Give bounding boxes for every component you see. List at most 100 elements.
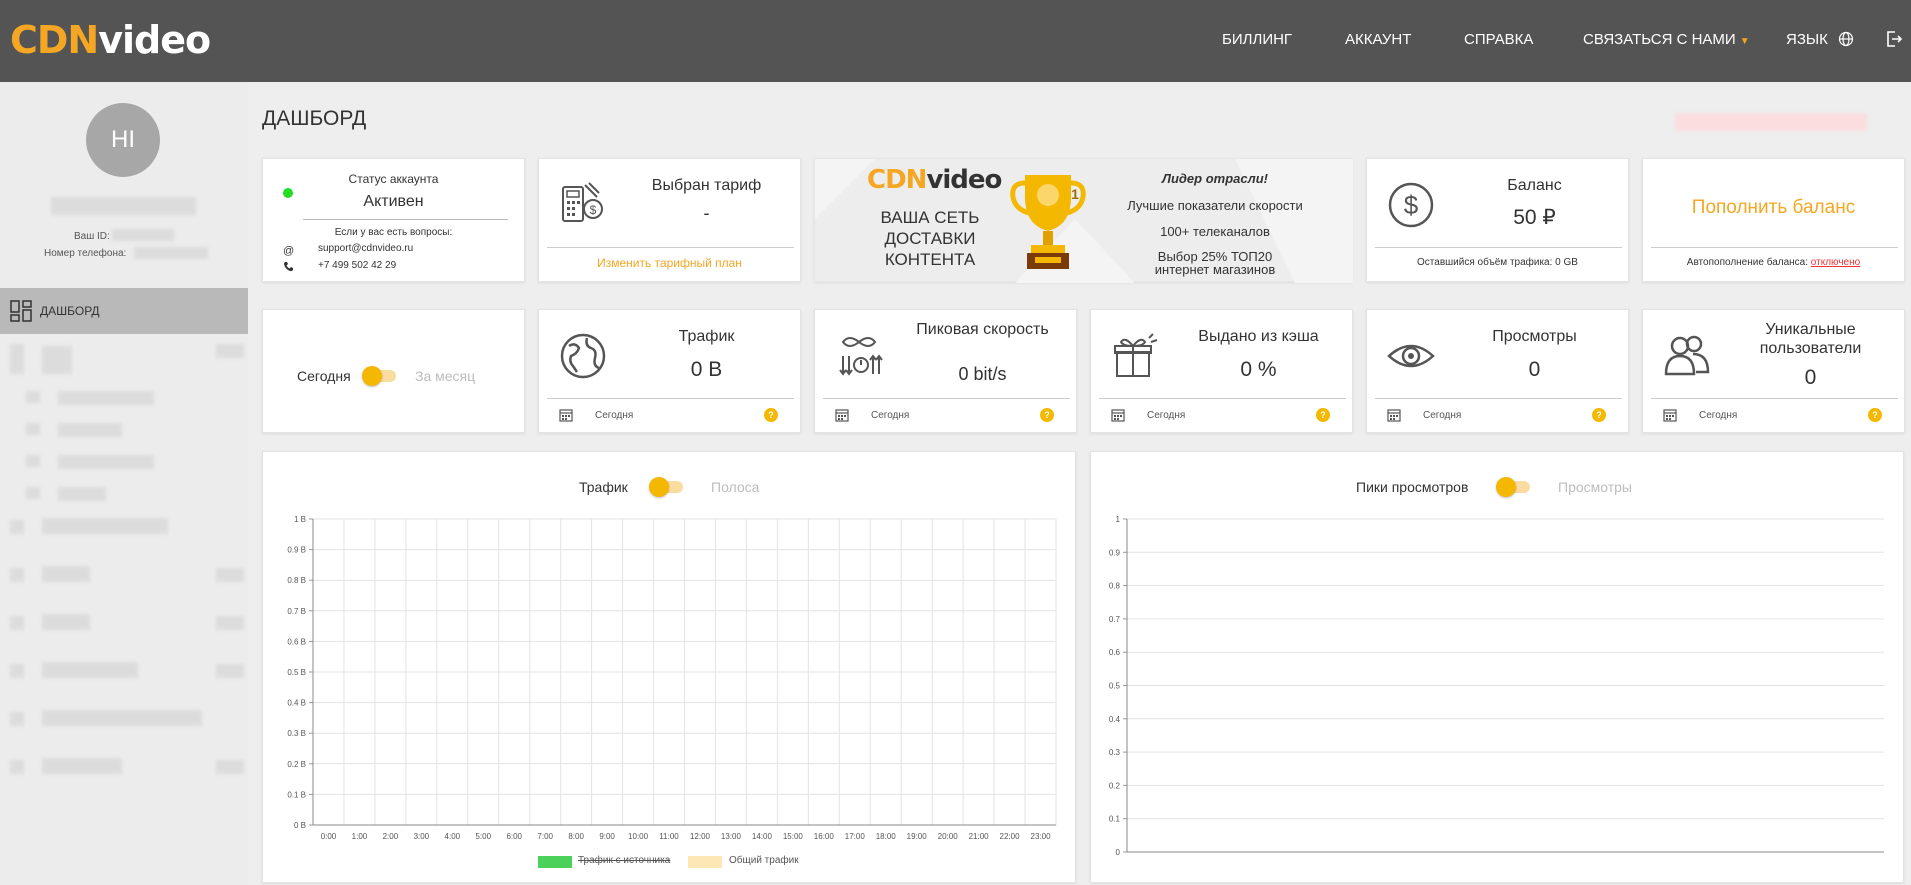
chevron-down-icon: ▼	[1739, 36, 1750, 47]
sidebar-subitem-redacted[interactable]	[26, 487, 40, 499]
help-icon[interactable]: ?	[1316, 408, 1330, 422]
sidebar-item-redacted	[216, 664, 244, 678]
nav-language[interactable]: ЯЗЫК	[1786, 31, 1854, 48]
tariff-title: Выбран тариф	[651, 177, 762, 194]
sidebar-item-label: ДАШБОРД	[40, 304, 100, 318]
legend-swatch-total[interactable]	[688, 856, 722, 868]
sidebar-item-redacted[interactable]	[10, 344, 24, 374]
y-tick-label: 0.1 B	[287, 790, 306, 799]
sidebar-item-dashboard[interactable]: ДАШБОРД	[0, 288, 248, 334]
account-status-card: Статус аккаунта Активен Если у вас есть …	[262, 158, 525, 282]
cdnvideo-logo[interactable]: CDN video	[10, 18, 211, 62]
y-tick-label: 0.3	[1109, 748, 1121, 757]
period-month-label[interactable]: За месяц	[415, 368, 475, 384]
banner-point: Лучшие показатели скорости	[1127, 198, 1303, 213]
x-tick-label: 4:00	[445, 832, 461, 841]
sidebar-item-redacted[interactable]	[42, 566, 90, 582]
stat-title: Выдано из кэша	[1198, 328, 1319, 345]
sidebar-subitem-redacted[interactable]	[26, 391, 40, 403]
stat-period: Сегодня	[1423, 410, 1462, 421]
sidebar-item-redacted[interactable]	[10, 568, 24, 582]
nav-help[interactable]: СПРАВКА	[1464, 31, 1533, 48]
period-toggle[interactable]	[362, 366, 398, 386]
y-tick-label: 0.5 B	[287, 668, 306, 677]
sidebar-subitem-redacted[interactable]	[26, 455, 40, 467]
banner-slogan-line: КОНТЕНТА	[884, 250, 976, 269]
sidebar-subitem-redacted[interactable]	[58, 423, 122, 437]
x-tick-label: 6:00	[506, 832, 522, 841]
stat-value: 0	[1804, 366, 1817, 389]
sidebar-item-redacted[interactable]	[10, 664, 24, 678]
stat-card-peak-speed: Пиковая скорость 0 bit/s Сегодня ?	[814, 309, 1077, 433]
sidebar-item-redacted[interactable]	[42, 710, 202, 726]
stat-card-traffic: Трафик 0 B Сегодня ?	[538, 309, 801, 433]
phone-redacted	[134, 247, 208, 259]
sidebar-item-redacted[interactable]	[10, 520, 24, 534]
svg-text:$: $	[1404, 190, 1419, 220]
globe-icon	[1838, 31, 1854, 47]
sidebar-item-redacted[interactable]	[42, 518, 168, 534]
users-icon	[1664, 335, 1710, 376]
divider	[547, 398, 794, 399]
logo-cdn-text: CDN	[10, 18, 99, 62]
y-tick-label: 0.6	[1109, 648, 1121, 657]
speed-infinity-icon	[839, 337, 883, 376]
legend-swatch-source[interactable]	[538, 856, 572, 868]
traffic-remaining: Оставшийся объём трафика: 0 GB	[1417, 257, 1578, 268]
balance-value: 50 ₽	[1513, 206, 1556, 229]
legend-label-total[interactable]: Общий трафик	[729, 855, 799, 866]
avatar[interactable]: HI	[86, 103, 160, 177]
nav-contact[interactable]: СВЯЗАТЬСЯ С НАМИ ▼	[1583, 31, 1750, 48]
sidebar-subitem-redacted[interactable]	[58, 391, 154, 405]
sidebar-item-redacted[interactable]	[42, 346, 72, 374]
y-tick-label: 0.9 B	[287, 546, 306, 555]
help-icon[interactable]: ?	[764, 408, 778, 422]
x-tick-label: 19:00	[907, 832, 928, 841]
y-tick-label: 1	[1116, 515, 1121, 524]
help-icon[interactable]: ?	[1040, 408, 1054, 422]
sidebar-item-redacted[interactable]	[10, 760, 24, 774]
sidebar-item-redacted[interactable]	[10, 712, 24, 726]
account-status-label: Статус аккаунта	[348, 172, 439, 186]
logout-icon[interactable]	[1885, 30, 1903, 48]
x-tick-label: 14:00	[752, 832, 773, 841]
x-tick-label: 23:00	[1031, 832, 1052, 841]
phone-label: Номер телефона:	[44, 248, 127, 259]
y-tick-label: 0.3 B	[287, 729, 306, 738]
account-status-value: Активен	[363, 193, 424, 210]
support-email-link[interactable]: support@cdnvideo.ru	[318, 243, 413, 254]
divider	[1375, 247, 1622, 248]
banner-slogan-line: ДОСТАВКИ	[884, 229, 976, 248]
help-icon[interactable]: ?	[1868, 408, 1882, 422]
x-tick-label: 20:00	[938, 832, 959, 841]
sidebar-subitem-redacted[interactable]	[58, 455, 154, 469]
legend-label-source[interactable]: Трафик с источника	[578, 855, 670, 866]
promo-banner[interactable]: CDNvideo ВАША СЕТЬ ДОСТАВКИ КОНТЕНТА 1 Л…	[814, 158, 1353, 283]
sidebar-item-redacted[interactable]	[10, 616, 24, 630]
x-tick-label: 3:00	[414, 832, 430, 841]
sidebar-subitem-redacted[interactable]	[58, 487, 106, 501]
sidebar-item-redacted[interactable]	[42, 662, 138, 678]
nav-billing[interactable]: БИЛЛИНГ	[1222, 31, 1292, 48]
stat-card-views: Просмотры 0 Сегодня ?	[1366, 309, 1629, 433]
sidebar-item-redacted[interactable]	[42, 758, 122, 774]
help-icon[interactable]: ?	[1592, 408, 1606, 422]
sidebar-item-redacted[interactable]	[42, 614, 90, 630]
y-tick-label: 0.6 B	[287, 637, 306, 646]
y-tick-label: 0.2	[1109, 781, 1121, 790]
change-tariff-link[interactable]: Изменить тарифный план	[539, 256, 800, 270]
sidebar-subitem-redacted[interactable]	[26, 423, 40, 435]
x-tick-label: 22:00	[1000, 832, 1021, 841]
x-tick-label: 13:00	[721, 832, 742, 841]
topup-button[interactable]: Пополнить баланс	[1643, 197, 1904, 219]
nav-account[interactable]: АККАУНТ	[1345, 31, 1411, 48]
divider	[547, 247, 794, 248]
stat-value: 0 bit/s	[958, 364, 1007, 384]
auto-topup-toggle-link[interactable]: отключено	[1811, 257, 1860, 268]
banner-logo: CDNvideo	[867, 165, 1002, 195]
top-header: CDN video БИЛЛИНГ АККАУНТ СПРАВКА СВЯЗАТЬ…	[0, 0, 1911, 82]
y-tick-label: 0.9	[1109, 548, 1121, 557]
sidebar-item-redacted	[216, 568, 244, 582]
y-tick-label: 0.5	[1109, 682, 1121, 691]
divider	[303, 219, 508, 220]
